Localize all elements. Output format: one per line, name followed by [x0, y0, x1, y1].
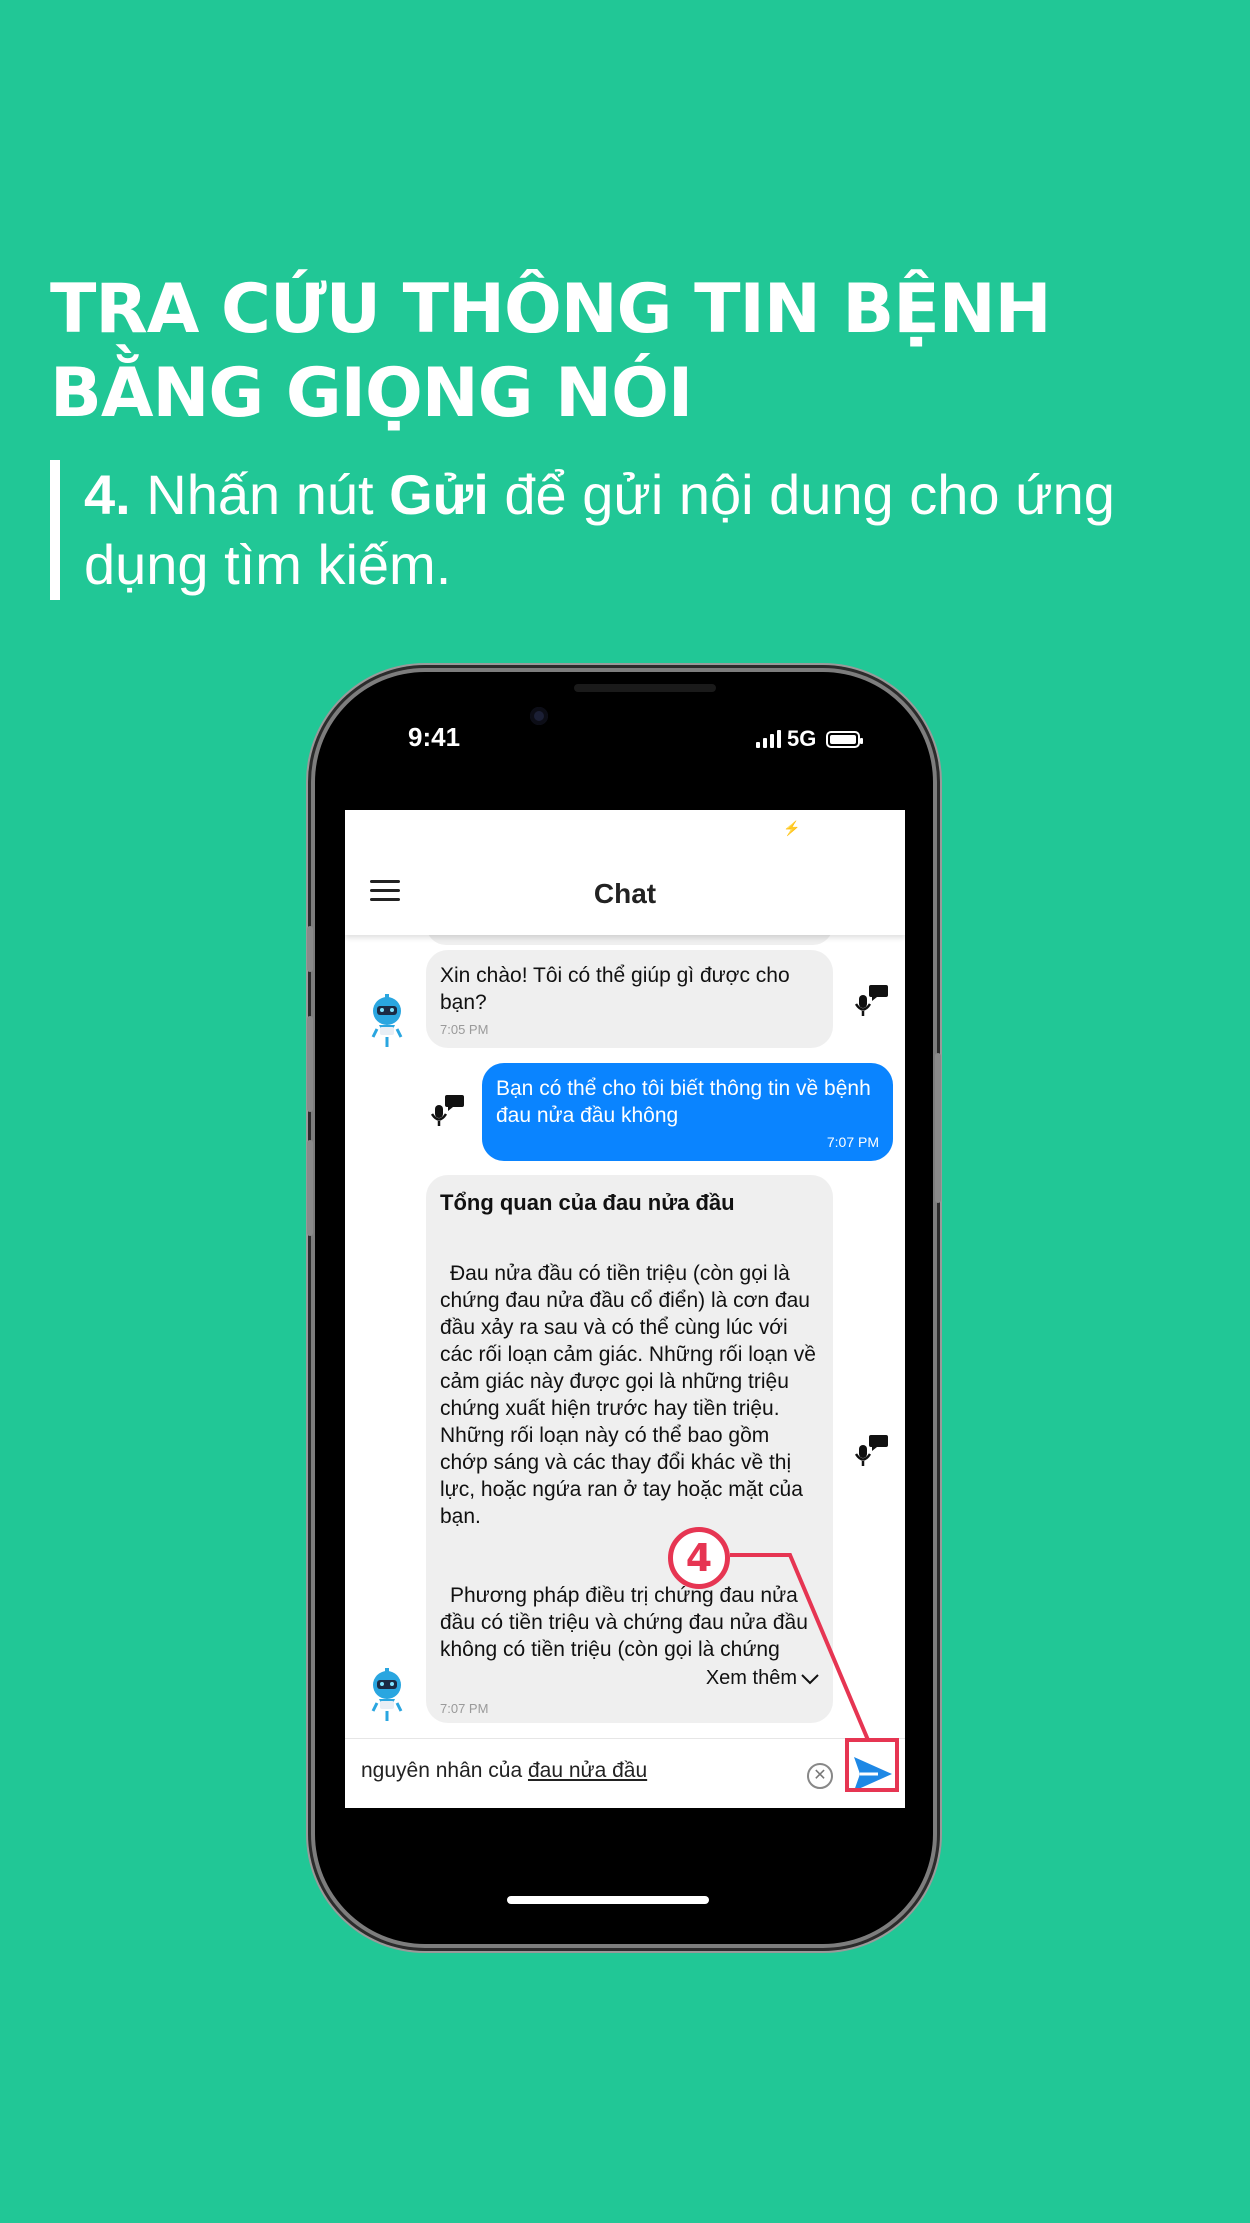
flash-icon: ⚡ — [783, 820, 801, 836]
send-button-highlight — [845, 1738, 899, 1792]
page-title: Chat — [593, 878, 657, 909]
app-bar: ⚡ Chat — [345, 810, 905, 935]
step-callout-badge: 4 — [668, 1527, 730, 1589]
callout-line — [730, 1553, 870, 1741]
